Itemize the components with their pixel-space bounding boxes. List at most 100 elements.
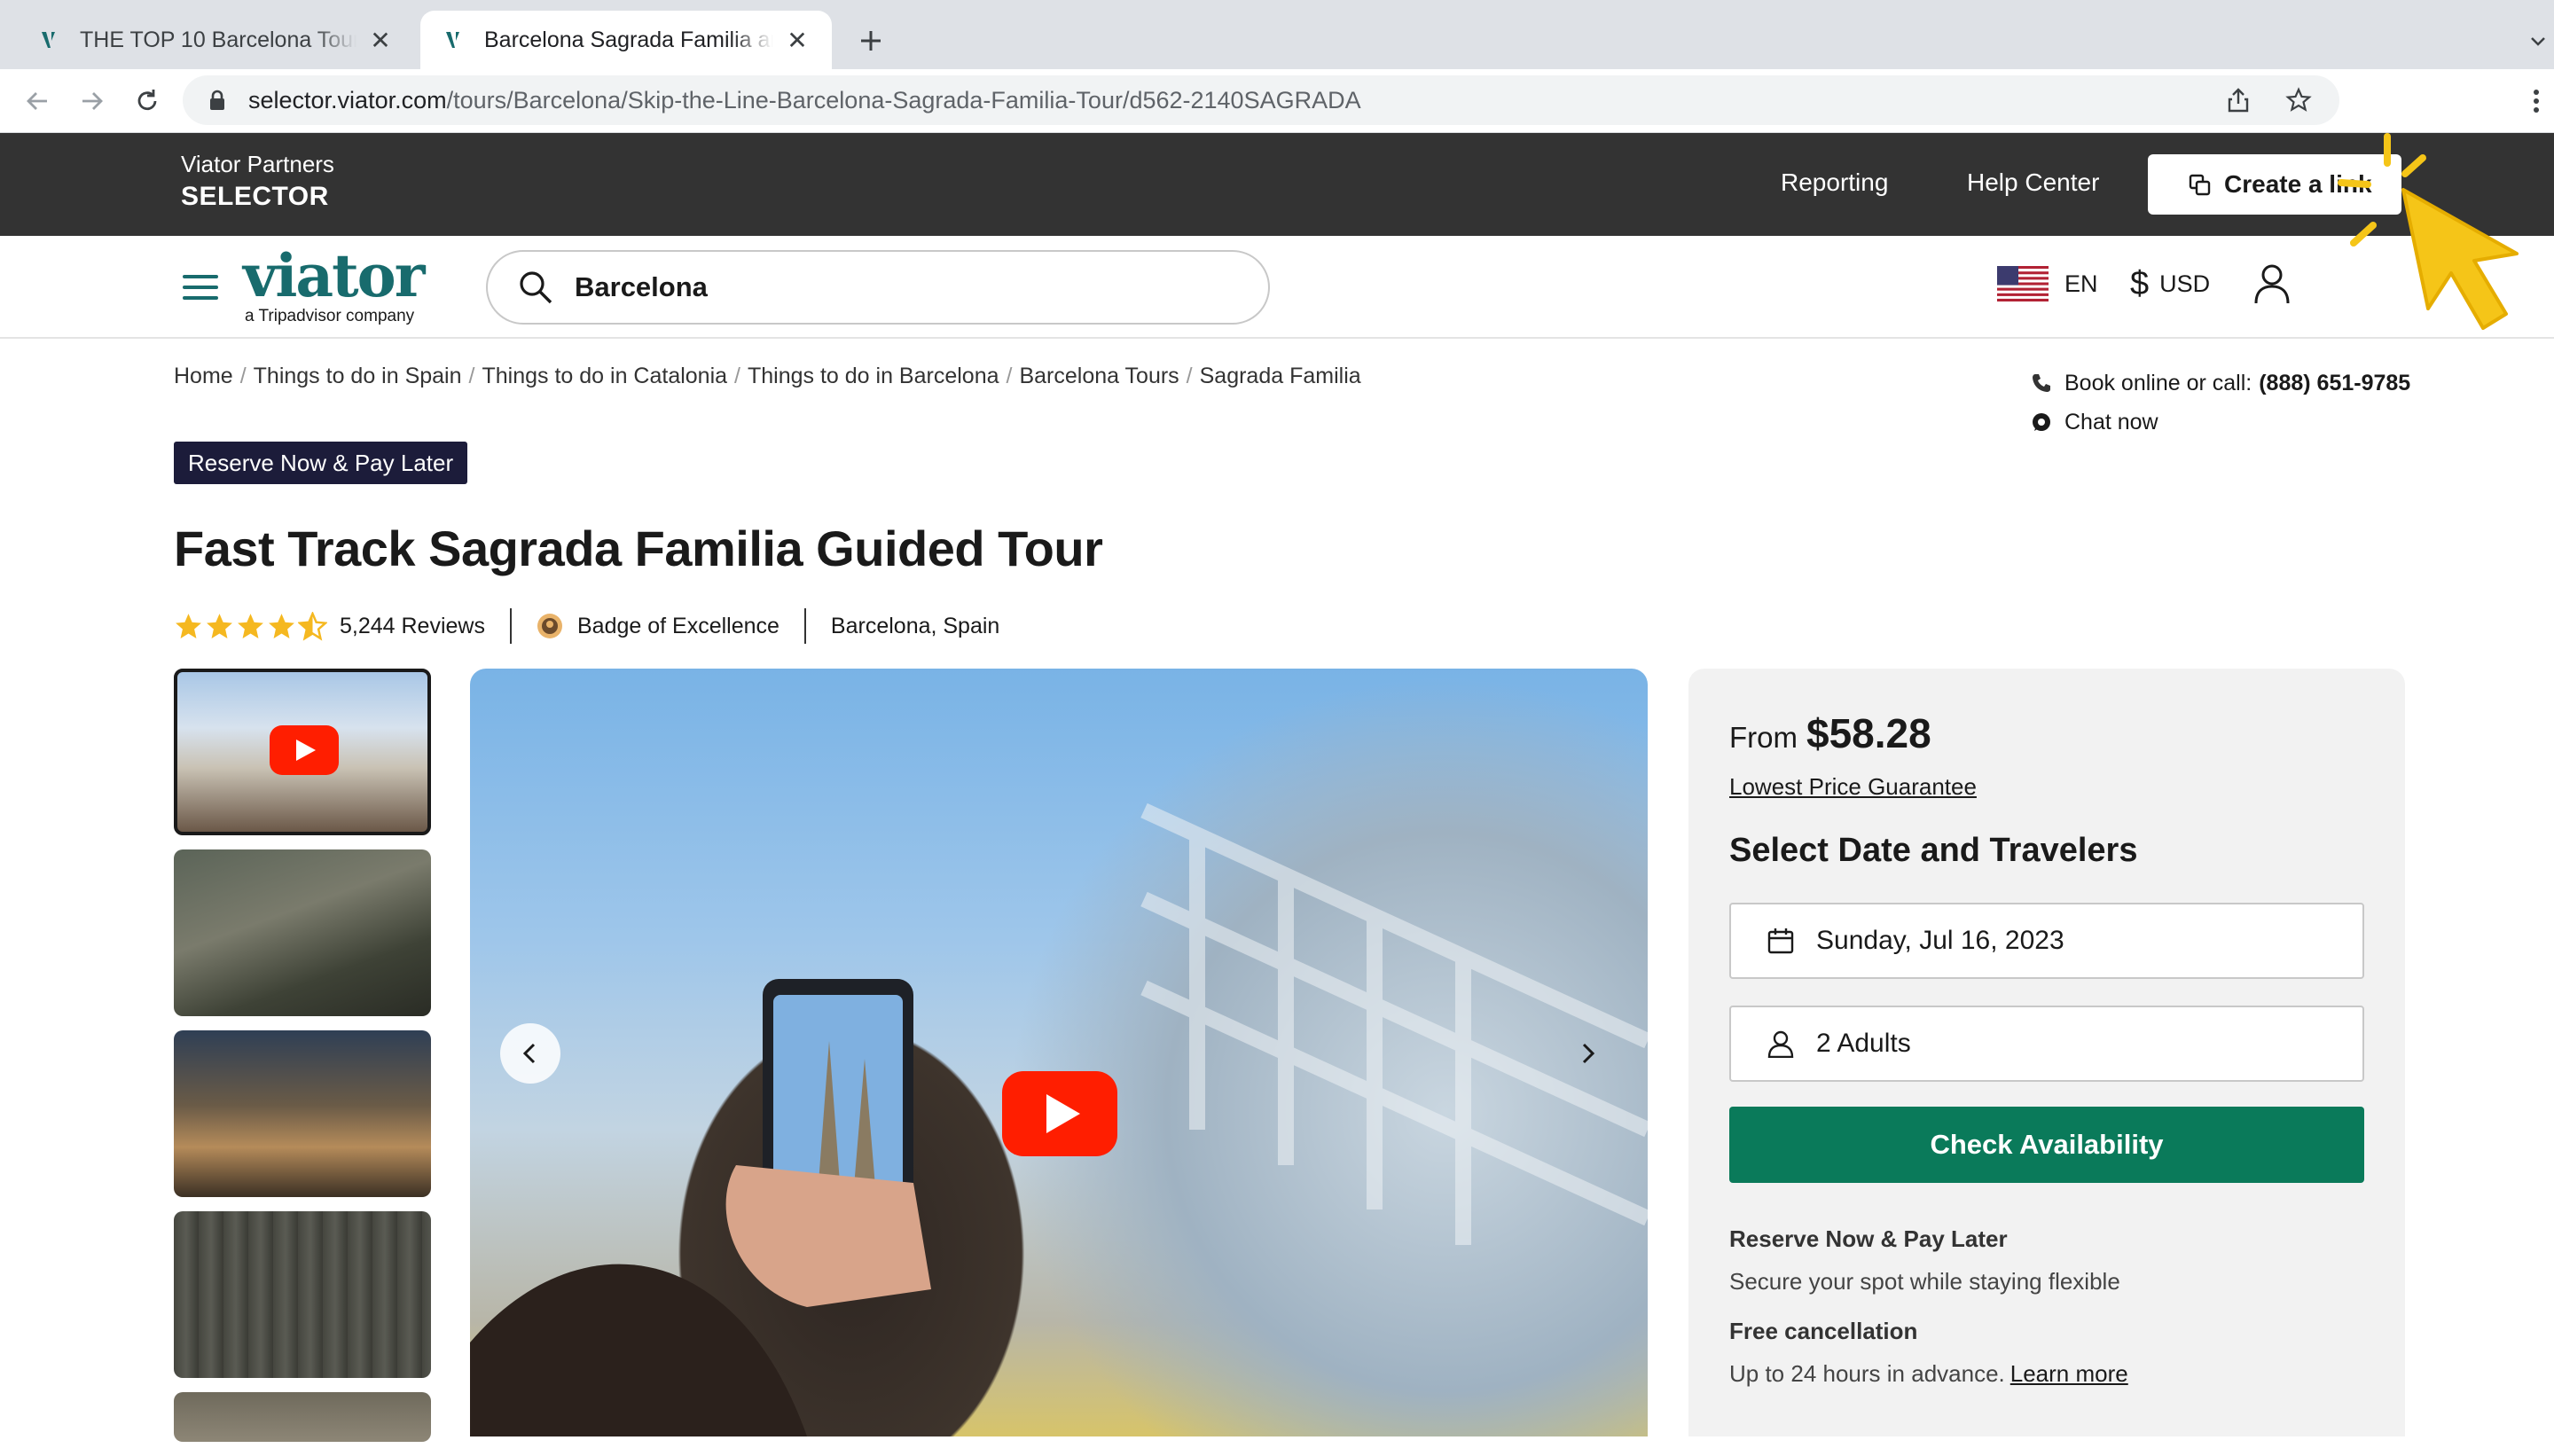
partner-brand-line1: Viator Partners: [181, 151, 334, 177]
gallery-prev-button[interactable]: [500, 1023, 560, 1084]
select-date-heading: Select Date and Travelers: [1729, 832, 2138, 869]
nav-help-center[interactable]: Help Center: [1967, 168, 2099, 197]
url-field[interactable]: selector.viator.com/tours/Barcelona/Skip…: [183, 75, 2339, 125]
breadcrumb-spain[interactable]: Things to do in Spain: [254, 364, 462, 388]
price-block: From $58.28: [1729, 709, 1931, 757]
lowest-price-guarantee-link[interactable]: Lowest Price Guarantee: [1729, 773, 1977, 801]
price-amount: $58.28: [1806, 710, 1931, 756]
browser-tab-active[interactable]: Barcelona Sagrada Familia and ✕: [420, 11, 832, 69]
free-cancellation-title: Free cancellation: [1729, 1318, 1918, 1344]
date-picker-field[interactable]: Sunday, Jul 16, 2023: [1729, 903, 2364, 979]
chevron-right-icon: [1582, 1043, 1595, 1064]
traveler-count: 2 Adults: [1816, 1029, 1911, 1058]
cursor-pointer-icon: [2338, 133, 2519, 330]
meta-divider: [509, 608, 512, 644]
partner-brand-line2: SELECTOR: [181, 182, 329, 211]
currency-code: USD: [2159, 270, 2211, 297]
booking-panel: From $58.28 Lowest Price Guarantee Selec…: [1688, 669, 2405, 1436]
meta-divider: [803, 608, 806, 644]
play-video-icon[interactable]: [1002, 1071, 1117, 1156]
language-code: EN: [2064, 270, 2098, 297]
breadcrumb: Home / Things to do in Spain / Things to do …: [174, 364, 1361, 388]
language-selector[interactable]: EN: [1997, 266, 2098, 301]
breadcrumb-catalonia[interactable]: Things to do in Catalonia: [482, 364, 727, 388]
main-gallery-image[interactable]: [470, 669, 1648, 1436]
gallery-thumbnail[interactable]: [174, 1392, 431, 1442]
star-icon: [238, 613, 263, 638]
browser-tab-bar: THE TOP 10 Barcelona Tours & ✕ Barcelona…: [0, 0, 2554, 69]
play-video-icon: [270, 725, 339, 775]
gallery-thumbnail[interactable]: [174, 1211, 431, 1378]
star-icon: [176, 613, 201, 638]
reload-icon[interactable]: [128, 82, 167, 121]
book-online-text: Book online or call:: [2064, 370, 2252, 395]
badge-of-excellence[interactable]: Badge of Excellence: [577, 614, 780, 639]
star-icon: [269, 613, 294, 638]
lock-icon[interactable]: [206, 89, 229, 112]
phone-number[interactable]: (888) 651-9785: [2259, 371, 2410, 396]
tab-close-icon[interactable]: ✕: [784, 27, 811, 54]
reserve-now-badge: Reserve Now & Pay Later: [174, 442, 468, 484]
chat-now-link[interactable]: Chat now: [2031, 403, 2410, 442]
breadcrumb-sagrada-familia[interactable]: Sagrada Familia: [1200, 364, 1361, 388]
traveler-icon: [1767, 1030, 1794, 1058]
badge-of-excellence-icon: [537, 614, 562, 638]
half-star-icon: [298, 611, 327, 641]
viator-favicon-icon: [442, 27, 468, 53]
user-account-icon[interactable]: [2252, 262, 2292, 305]
product-meta: 5,244 Reviews Badge of Excellence Barcel…: [174, 607, 999, 646]
learn-more-link[interactable]: Learn more: [2010, 1360, 2128, 1387]
reserve-now-description: Secure your spot while staying flexible: [1729, 1268, 2120, 1295]
page-title: Fast Track Sagrada Familia Guided Tour: [174, 521, 1103, 576]
review-count[interactable]: 5,244 Reviews: [340, 614, 485, 639]
calendar-icon: [1767, 928, 1794, 954]
chat-now-label: Chat now: [2064, 409, 2158, 434]
gallery-thumbnails: [174, 669, 431, 1456]
tab-title: Barcelona Sagrada Familia and: [484, 27, 773, 52]
gallery-thumbnail[interactable]: [174, 1030, 431, 1197]
contact-block: Book online or call: (888) 651-9785 Chat…: [2031, 364, 2410, 442]
tab-title: THE TOP 10 Barcelona Tours &: [80, 27, 356, 52]
check-availability-button[interactable]: Check Availability: [1729, 1107, 2364, 1183]
tab-search-chevron-icon[interactable]: [2522, 23, 2554, 59]
rating-stars[interactable]: [174, 611, 327, 641]
free-cancellation-description: Up to 24 hours in advance. Learn more: [1729, 1360, 2128, 1388]
travelers-field[interactable]: 2 Adults: [1729, 1006, 2364, 1082]
url-text: selector.viator.com/tours/Barcelona/Skip…: [248, 86, 1361, 114]
viator-favicon-icon: [37, 27, 64, 53]
breadcrumb-barcelona[interactable]: Things to do in Barcelona: [748, 364, 999, 388]
gallery-next-button[interactable]: [1557, 1023, 1618, 1084]
breadcrumb-home[interactable]: Home: [174, 364, 233, 388]
share-icon[interactable]: [2221, 82, 2256, 118]
copy-link-icon: [2189, 174, 2211, 196]
star-icon: [207, 613, 232, 638]
gallery-thumbnail[interactable]: [174, 849, 431, 1016]
chevron-left-icon: [522, 1043, 536, 1064]
new-tab-icon[interactable]: [853, 23, 889, 59]
reserve-now-title: Reserve Now & Pay Later: [1729, 1225, 2008, 1252]
currency-selector[interactable]: $ USD: [2130, 266, 2210, 301]
logo-wordmark: viator: [243, 241, 425, 310]
forward-arrow-icon[interactable]: [73, 82, 112, 121]
price-from-label: From: [1729, 721, 1798, 754]
photo-illustration: [470, 802, 1648, 1436]
hamburger-menu-icon[interactable]: [183, 271, 218, 303]
phone-icon: [2033, 374, 2050, 392]
partner-bar: Viator Partners SELECTOR Reporting Help …: [0, 133, 2554, 236]
viator-logo[interactable]: viator a Tripadvisor company: [243, 241, 425, 326]
search-value: Barcelona: [575, 271, 708, 302]
gallery-thumbnail-video[interactable]: [174, 669, 431, 835]
tab-close-icon[interactable]: ✕: [367, 27, 394, 54]
logo-subtitle: a Tripadvisor company: [245, 307, 415, 325]
nav-reporting[interactable]: Reporting: [1781, 168, 1888, 197]
dollar-icon: $: [2130, 265, 2150, 302]
partner-brand[interactable]: Viator Partners SELECTOR: [181, 149, 334, 215]
breadcrumb-barcelona-tours[interactable]: Barcelona Tours: [1019, 364, 1179, 388]
site-header: viator a Tripadvisor company Barcelona E…: [0, 236, 2554, 339]
search-input[interactable]: Barcelona: [486, 250, 1270, 325]
bookmark-star-icon[interactable]: [2281, 82, 2316, 118]
back-arrow-icon[interactable]: [18, 82, 57, 121]
browser-tab[interactable]: THE TOP 10 Barcelona Tours & ✕: [16, 11, 415, 69]
browser-menu-icon[interactable]: [2519, 82, 2554, 121]
browser-address-bar: selector.viator.com/tours/Barcelona/Skip…: [0, 69, 2554, 133]
